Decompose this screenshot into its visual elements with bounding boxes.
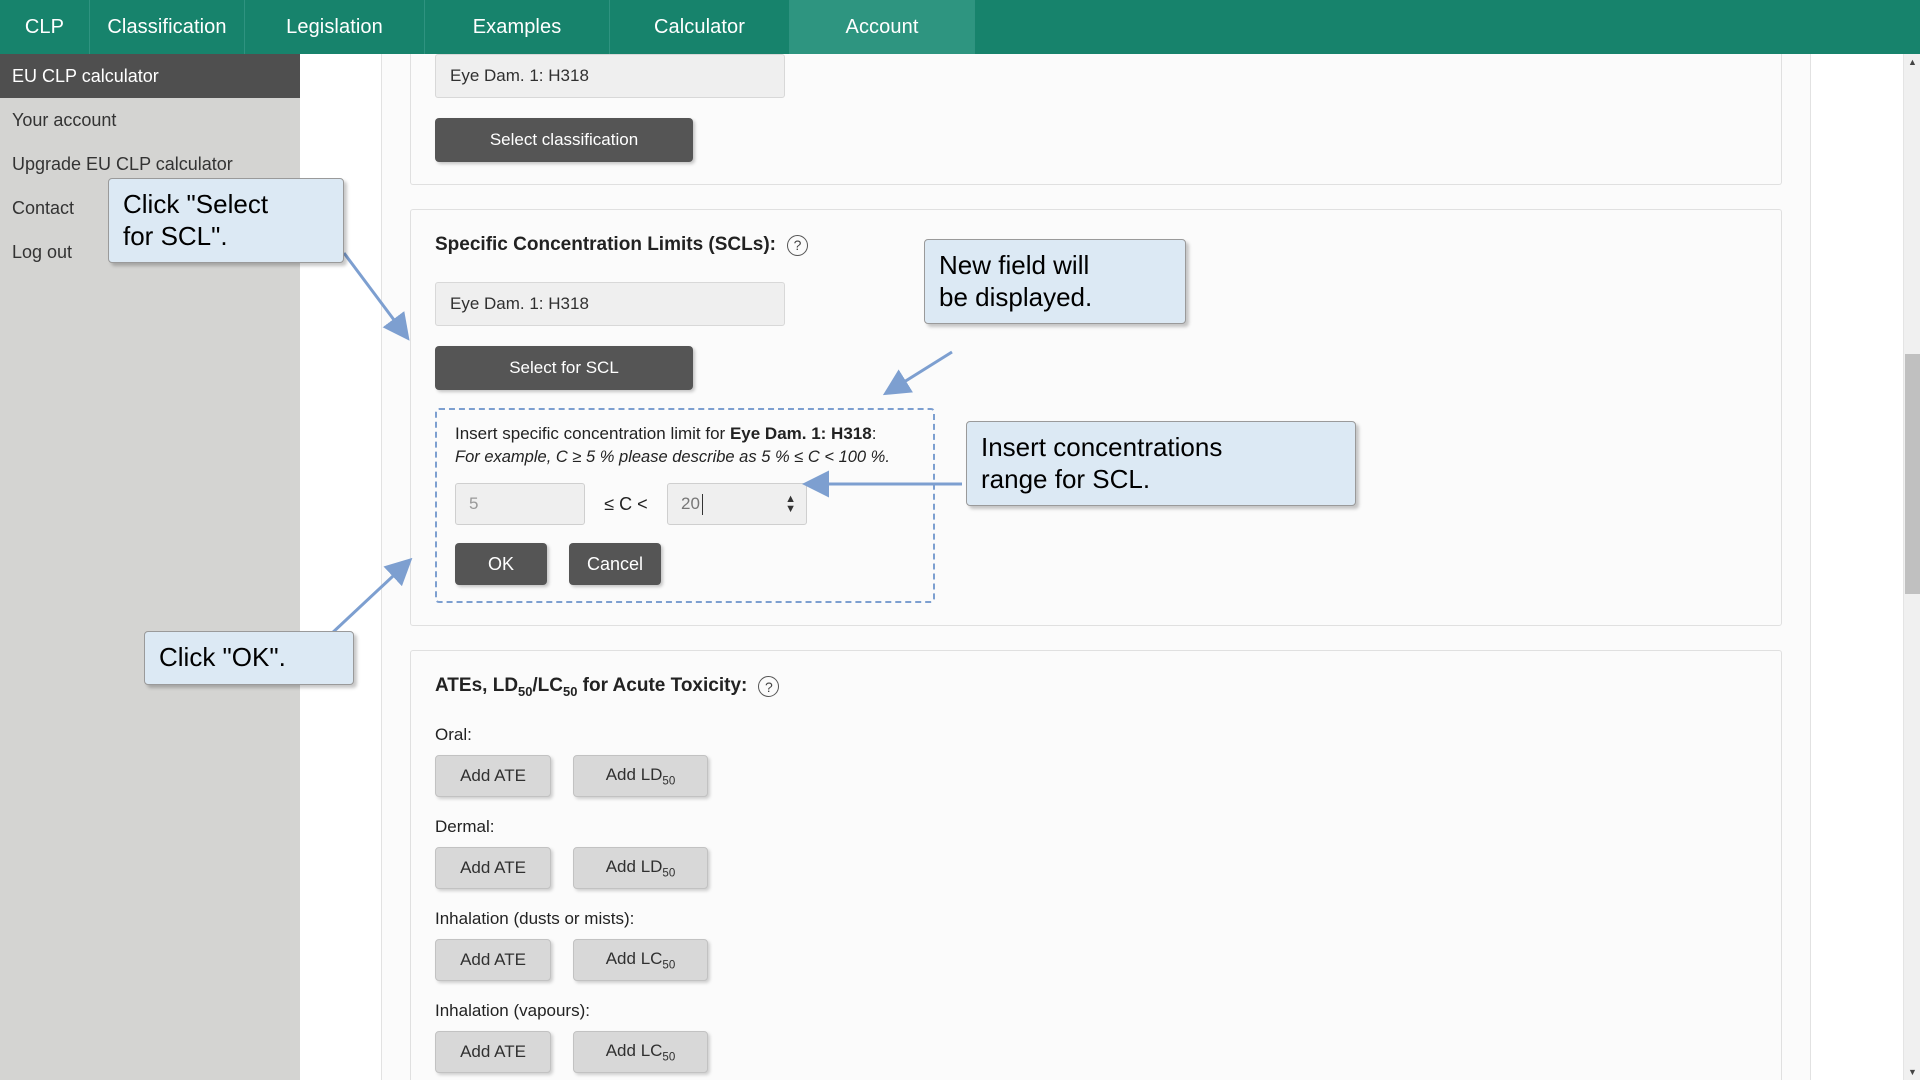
classification-selected-field[interactable]: Eye Dam. 1: H318 — [435, 54, 785, 98]
scl-instruction-suffix: : — [871, 424, 877, 443]
ate-panel-title: ATEs, LD50/LC50 for Acute Toxicity: ? — [435, 675, 1757, 699]
add-lc50-label: Add LC50 — [605, 1040, 676, 1063]
sidebar-item-eu-clp-calculator[interactable]: EU CLP calculator — [0, 54, 300, 98]
add-ate-label: Add ATE — [460, 1041, 526, 1061]
sidebar-item-label: Upgrade EU CLP calculator — [12, 153, 233, 174]
ate-group-dermal: Dermal: Add ATE Add LD50 — [435, 817, 1757, 889]
scl-insert-box: Insert specific concentration limit for … — [435, 408, 935, 603]
scl-insert-example: For example, C ≥ 5 % please describe as … — [455, 448, 890, 466]
ate-group-buttons: Add ATE Add LD50 — [435, 754, 1757, 797]
ate-group-inhalation-vapours: Inhalation (vapours): Add ATE Add LC50 — [435, 1001, 1757, 1073]
scl-cancel-button[interactable]: Cancel — [569, 543, 661, 585]
callout-insert-range: Insert concentrations range for SCL. — [966, 421, 1356, 507]
scl-ok-button[interactable]: OK — [455, 543, 547, 585]
ate-title-text: ATEs, LD50/LC50 for Acute Toxicity: — [435, 675, 748, 699]
callout-click-select-for-scl: Click "Select for SCL". — [108, 178, 344, 264]
nav-label: Examples — [472, 15, 562, 38]
scl-lower-bound-placeholder: 5 — [469, 494, 479, 513]
add-ate-label: Add ATE — [460, 949, 526, 969]
scl-lower-bound-input[interactable]: 5 — [455, 483, 585, 525]
ate-panel: ATEs, LD50/LC50 for Acute Toxicity: ? Or… — [410, 650, 1782, 1080]
question-mark-icon[interactable]: ? — [758, 676, 780, 698]
scl-instruction-prefix: Insert specific concentration limit for — [455, 424, 730, 443]
add-ld50-label: Add LD50 — [605, 764, 676, 787]
scl-ok-label: OK — [487, 553, 514, 574]
sidebar-item-label: Log out — [12, 241, 73, 262]
nav-label: Classification — [107, 15, 227, 38]
add-ate-button-dermal[interactable]: Add ATE — [435, 846, 551, 889]
main-content: Eye Dam. 1: H318 Select classification S… — [300, 54, 1905, 1080]
spinner-arrows-icon[interactable]: ▲ ▼ — [785, 494, 796, 514]
spinner-down-icon[interactable]: ▼ — [785, 503, 796, 513]
top-navigation: CLP Classification Legislation Examples … — [0, 0, 1920, 54]
scl-selected-value: Eye Dam. 1: H318 — [450, 294, 589, 313]
select-for-scl-label: Select for SCL — [509, 358, 619, 377]
ate-group-label: Inhalation (dusts or mists): — [435, 908, 635, 928]
classification-panel: Eye Dam. 1: H318 Select classification — [410, 54, 1782, 185]
page-body: Eye Dam. 1: H318 Select classification S… — [381, 54, 1811, 1080]
scrollbar-thumb[interactable] — [1905, 354, 1920, 594]
ate-group-oral: Oral: Add ATE Add LD50 — [435, 725, 1757, 797]
ate-group-inhalation-dusts: Inhalation (dusts or mists): Add ATE Add… — [435, 909, 1757, 981]
ate-group-label: Oral: — [435, 724, 472, 744]
nav-item-clp[interactable]: CLP — [0, 0, 90, 54]
scl-upper-bound-value-wrap: 20 — [681, 493, 704, 515]
nav-label: Legislation — [286, 15, 383, 38]
select-classification-button[interactable]: Select classification — [435, 118, 693, 162]
scl-cancel-label: Cancel — [586, 553, 644, 574]
select-classification-label: Select classification — [489, 130, 639, 149]
nav-label: CLP — [24, 15, 65, 38]
scl-insert-instruction: Insert specific concentration limit for … — [455, 424, 915, 444]
vertical-scrollbar[interactable]: ▲ ▼ — [1903, 54, 1920, 1080]
scl-upper-bound-input[interactable]: 20 ▲ ▼ — [667, 483, 807, 525]
scl-action-buttons: OK Cancel — [455, 543, 915, 585]
callout-click-ok: Click "OK". — [144, 631, 354, 685]
scl-comparator-label: ≤ C < — [604, 493, 648, 514]
sidebar-item-label: Your account — [12, 109, 117, 130]
add-ate-button-inhalation-dusts[interactable]: Add ATE — [435, 938, 551, 981]
sidebar-item-label: EU CLP calculator — [12, 65, 159, 86]
ate-group-buttons: Add ATE Add LD50 — [435, 846, 1757, 889]
ate-group-label: Inhalation (vapours): — [435, 1000, 590, 1020]
scl-title-text: Specific Concentration Limits (SCLs): — [435, 234, 776, 255]
classification-selected-value: Eye Dam. 1: H318 — [450, 66, 589, 85]
add-ate-label: Add ATE — [460, 765, 526, 785]
scl-upper-bound-value: 20 — [681, 494, 700, 513]
add-ate-label: Add ATE — [460, 857, 526, 877]
ate-group-label: Dermal: — [435, 816, 495, 836]
nav-item-account[interactable]: Account — [790, 0, 975, 54]
add-ld50-label: Add LD50 — [605, 856, 676, 879]
select-for-scl-button[interactable]: Select for SCL — [435, 346, 693, 390]
nav-item-classification[interactable]: Classification — [90, 0, 245, 54]
nav-item-calculator[interactable]: Calculator — [610, 0, 790, 54]
scl-selected-field[interactable]: Eye Dam. 1: H318 — [435, 282, 785, 326]
scl-instruction-hazard: Eye Dam. 1: H318 — [729, 424, 872, 443]
add-ld50-button-oral[interactable]: Add LD50 — [573, 754, 708, 797]
add-lc50-button-inhalation-dusts[interactable]: Add LC50 — [573, 938, 708, 981]
nav-item-examples[interactable]: Examples — [425, 0, 610, 54]
add-lc50-label: Add LC50 — [605, 948, 676, 971]
add-ate-button-oral[interactable]: Add ATE — [435, 754, 551, 797]
sidebar-item-label: Contact — [12, 197, 75, 218]
ate-group-buttons: Add ATE Add LC50 — [435, 1030, 1757, 1073]
add-lc50-button-inhalation-vapours[interactable]: Add LC50 — [573, 1030, 708, 1073]
nav-label: Account — [845, 15, 919, 38]
ate-group-buttons: Add ATE Add LC50 — [435, 938, 1757, 981]
sidebar-item-your-account[interactable]: Your account — [0, 98, 300, 142]
scl-range-row: 5 ≤ C < 20 ▲ ▼ — [455, 483, 915, 525]
scroll-up-icon[interactable]: ▲ — [1904, 54, 1920, 70]
spinner-up-icon[interactable]: ▲ — [785, 494, 796, 504]
app-root: CLP Classification Legislation Examples … — [0, 0, 1920, 1080]
add-ate-button-inhalation-vapours[interactable]: Add ATE — [435, 1030, 551, 1073]
question-mark-icon[interactable]: ? — [786, 234, 808, 256]
nav-label: Calculator — [653, 15, 746, 38]
callout-new-field: New field will be displayed. — [924, 239, 1186, 325]
nav-item-legislation[interactable]: Legislation — [245, 0, 425, 54]
add-ld50-button-dermal[interactable]: Add LD50 — [573, 846, 708, 889]
scroll-down-icon[interactable]: ▼ — [1904, 1064, 1920, 1080]
text-cursor — [701, 493, 704, 515]
